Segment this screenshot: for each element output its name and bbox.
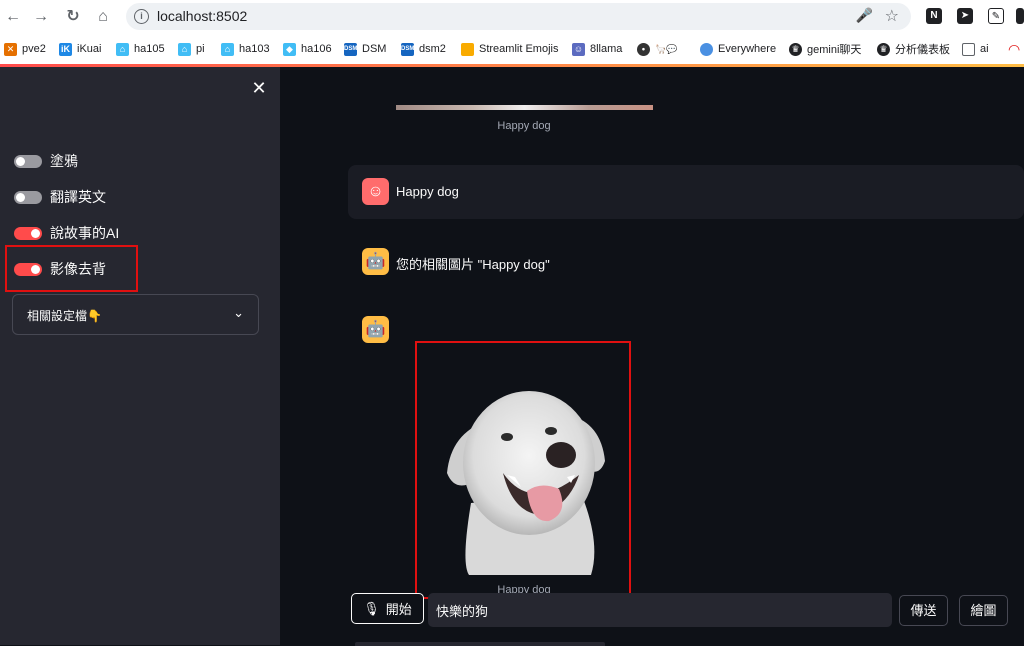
home-assistant-icon: ◆ [283,42,296,56]
forward-icon[interactable]: → [30,6,52,28]
site-info-icon[interactable]: i [134,9,149,24]
bot-message-text: 您的相關圖片 "Happy dog" [396,257,550,272]
draw-button[interactable]: 繪圖 [959,595,1008,626]
toggle-storytelling-ai[interactable]: 說故事的AI [14,222,119,244]
user-chat-message: ☺ Happy dog [348,165,1024,219]
highlight-box [415,341,631,599]
microphone-icon[interactable]: 🎤 [856,7,873,24]
bookmark-label: dsm2 [419,43,446,55]
bookmark-label: pi [196,43,205,55]
bookmark-ha103[interactable]: ⌂ ha103 [221,40,270,58]
bookmark-ikuai[interactable]: iK iKuai [59,40,101,58]
ikuai-icon: iK [59,42,72,56]
bookmark-dsm[interactable]: DSM DSM [344,40,386,58]
start-label: 開始 [385,602,412,617]
address-bar[interactable]: i localhost:8502 🎤 ☆ [126,3,911,30]
bookmark-label: ha103 [239,43,270,55]
bookmark-8llama[interactable]: ☺ 8llama [572,40,622,58]
bookmark-everywhere[interactable]: Everywhere [700,40,776,58]
dog-illustration [447,391,605,575]
start-recording-button[interactable]: 🎙 開始 [351,593,424,624]
bookmark-label: Everywhere [718,43,777,55]
bookmark-label: DSM [362,43,387,55]
bookmark-label: ha105 [134,43,165,55]
chat-bubble-icon [700,42,713,56]
chevron-down-icon: ⌄ [233,305,244,320]
bookmark-dsm2[interactable]: DSM dsm2 [401,40,446,58]
toggle-label: 翻譯英文 [50,189,106,205]
user-message-text: Happy dog [396,184,459,199]
chat-input[interactable] [428,593,892,627]
chat-input-bar: 🎙 開始 傳送 繪圖 [348,587,1024,645]
pve-icon: ✕ [4,42,17,56]
dsm-icon: DSM [344,42,357,56]
previous-image-strip [396,105,653,110]
notion-extension-icon[interactable]: N [926,8,942,24]
toggle-label: 塗鴉 [50,153,78,169]
dog-image [441,363,607,575]
toggle-label: 說故事的AI [50,225,120,241]
home-assistant-icon: ⌂ [178,42,191,56]
expander-label: 相關設定檔👇 [27,309,102,323]
bookmark-ai[interactable]: ai [962,40,989,58]
toggle-translate-english[interactable]: 翻譯英文 [14,186,106,208]
crown-icon: ♛ [877,42,890,56]
bookmark-label: ai [980,43,989,55]
bookmark-label: gemini聊天 [807,44,862,56]
bot-avatar-icon: 🤖 [362,248,389,275]
bookmarks-bar: ✕ pve2 iK iKuai ⌂ ha105 ⌂ pi ⌂ ha103 ◆ h… [0,37,1024,61]
bookmark-star-icon[interactable]: ☆ [885,6,899,26]
bookmark-pve2[interactable]: ✕ pve2 [4,40,46,58]
bookmark-label: pve2 [22,43,46,55]
bookmark-label: 分析儀表板 [895,44,950,56]
chat-bubble-small-icon: 🦙💬 [655,43,678,54]
dsm-icon: DSM [401,42,414,56]
crown-icon: ♛ [789,42,802,56]
image-caption: Happy dog [497,120,551,132]
bookmark-label: iKuai [77,43,102,55]
llama-icon: ☺ [572,42,585,56]
home-assistant-icon: ⌂ [221,42,234,56]
scroll-hint [355,642,605,646]
close-sidebar-icon[interactable]: ✕ [250,79,268,97]
main-content: Happy dog ☺ Happy dog 🤖 您的相關圖片 "Happy do… [280,67,1024,646]
reload-icon[interactable]: ↻ [62,6,84,28]
back-icon[interactable]: ← [2,6,24,28]
overflow-arc-icon: ◠ [1008,40,1021,57]
send-button[interactable]: 傳送 [899,595,948,626]
toggle-switch[interactable] [14,190,42,204]
bookmark-dashboard[interactable]: ♛ 分析儀表板 [877,40,950,58]
bookmark-label: 8llama [590,43,623,55]
extension-icon[interactable] [1016,8,1024,24]
address-url[interactable]: localhost:8502 [157,8,247,24]
settings-expander[interactable]: 相關設定檔👇 ⌄ [12,294,259,335]
bookmark-overflow[interactable]: ◠ [1008,40,1020,58]
toggle-graffiti[interactable]: 塗鴉 [14,150,78,172]
home-assistant-icon: ⌂ [116,42,129,56]
bookmark-label: Streamlit Emojis [479,43,559,55]
toggle-switch[interactable] [14,226,42,240]
clipboard-extension-icon[interactable]: ✎ [988,8,1004,24]
bookmark-pi[interactable]: ⌂ pi [178,40,205,58]
bookmark-ha106[interactable]: ◆ ha106 [283,40,332,58]
folder-icon [461,42,474,56]
bookmark-llama-chat[interactable]: • 🦙💬 [637,40,677,58]
send-extension-icon[interactable]: ➤ [957,8,973,24]
highlight-box [5,245,138,292]
microphone-icon: 🎙 [363,600,380,616]
bot-avatar-icon: 🤖 [362,316,389,343]
sidebar: ✕ 塗鴉 翻譯英文 說故事的AI 影像去背 相關設定檔👇 ⌄ [0,67,280,645]
home-icon[interactable]: ⌂ [92,6,114,28]
browser-chrome: ← → ↻ ⌂ i localhost:8502 🎤 ☆ N ➤ ✎ ✕ pve… [0,0,1024,66]
folder-outline-icon [962,42,975,56]
bookmark-label: ha106 [301,43,332,55]
bookmark-gemini[interactable]: ♛ gemini聊天 [789,40,861,58]
bookmark-streamlit-emojis[interactable]: Streamlit Emojis [461,40,558,58]
toggle-switch[interactable] [14,154,42,168]
llama-chat-icon: • [637,42,650,56]
user-avatar-icon: ☺ [362,178,389,205]
bookmark-ha105[interactable]: ⌂ ha105 [116,40,165,58]
